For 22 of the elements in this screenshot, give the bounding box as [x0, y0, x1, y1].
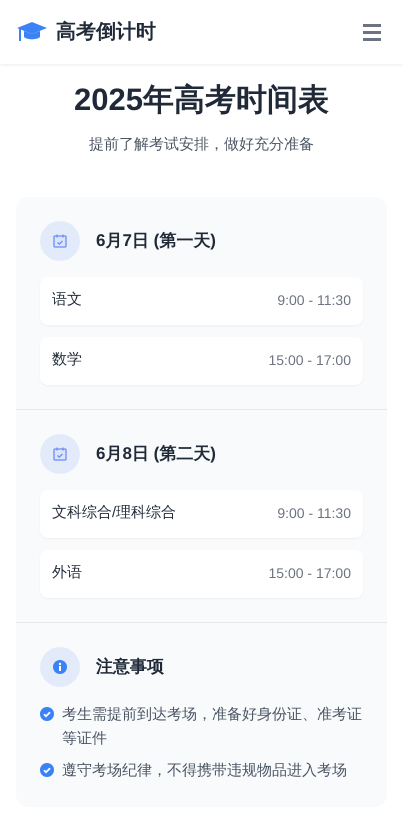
exam-time: 9:00 - 11:30	[277, 504, 351, 523]
check-circle-icon	[40, 762, 54, 776]
notes-title: 注意事项	[96, 656, 164, 678]
check-circle-icon	[40, 706, 54, 720]
day-title: 6月8日 (第二天)	[96, 442, 216, 465]
exam-time: 15:00 - 17:00	[268, 564, 351, 583]
page-title: 2025年高考时间表	[74, 81, 329, 119]
calendar-icon	[52, 446, 68, 462]
page-subtitle: 提前了解考试安排，做好充分准备	[89, 135, 314, 155]
exam-subject: 文科综合/理科综合	[52, 503, 176, 524]
app-title: 高考倒计时	[56, 20, 156, 45]
info-icon	[53, 660, 67, 674]
graduation-cap-icon	[16, 21, 48, 43]
exam-subject: 数学	[52, 350, 82, 370]
note-text: 考生需提前到达考场，准备好身份证、准考证等证件	[62, 704, 363, 748]
exam-subject: 语文	[52, 290, 82, 310]
note-text: 遵守考场纪律，不得携带违规物品进入考场	[62, 760, 347, 780]
exam-time: 9:00 - 11:30	[277, 291, 351, 310]
exam-subject: 外语	[52, 563, 82, 584]
day-title: 6月7日 (第一天)	[96, 230, 216, 252]
exam-time: 15:00 - 17:00	[268, 351, 351, 370]
calendar-icon	[52, 232, 68, 248]
